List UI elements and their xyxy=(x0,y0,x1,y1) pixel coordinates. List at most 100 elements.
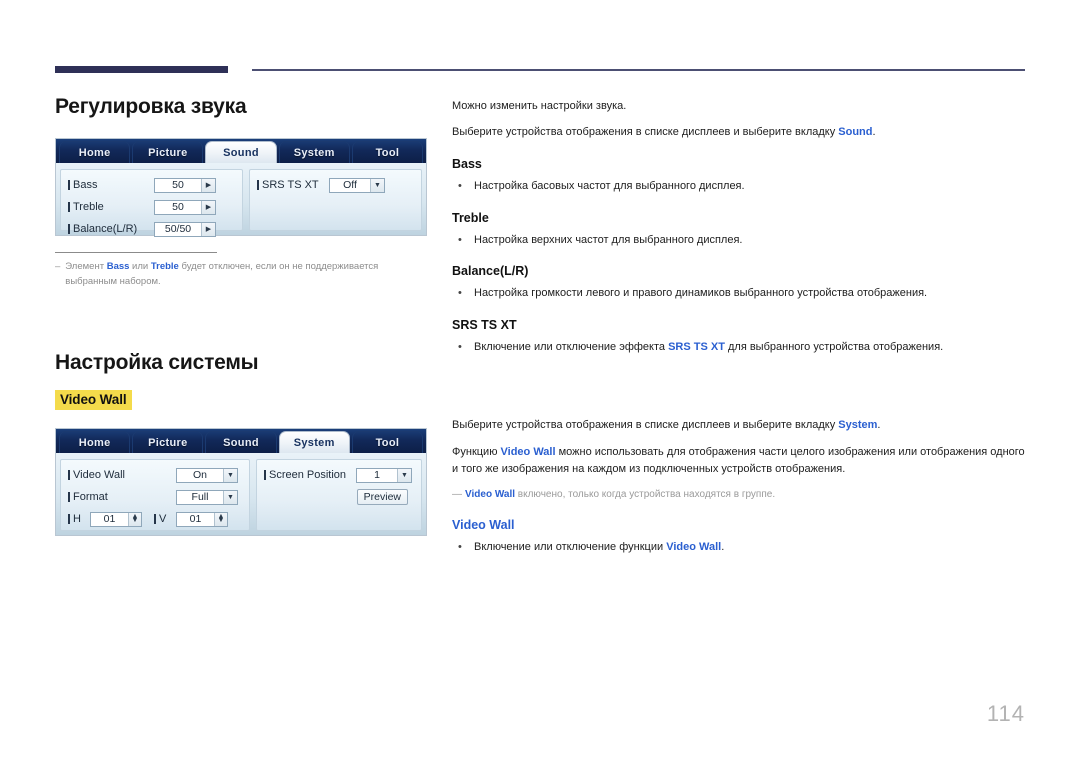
sound-settings-screenshot: Home Picture Sound System Tool Bass 50 ▶… xyxy=(55,138,427,237)
tab-sound[interactable]: Sound xyxy=(205,141,277,163)
note-dash: – xyxy=(55,261,61,272)
row-treble: Treble 50 ▶ xyxy=(68,197,235,217)
treble-bullet-text: Настройка верхних частот для выбранного … xyxy=(474,233,743,246)
bullet-dot-icon: • xyxy=(458,287,462,300)
screen-position-label: Screen Position xyxy=(264,469,356,481)
chevron-down-icon[interactable]: ▼ xyxy=(370,178,384,192)
row-balance: Balance(L/R) 50/50 ▶ xyxy=(68,219,235,239)
system-tab-link: System xyxy=(838,419,878,432)
srs-label: SRS TS XT xyxy=(257,179,329,191)
video-wall-value: On xyxy=(192,469,207,482)
chevron-down-icon[interactable]: ▼ xyxy=(397,468,411,482)
note-dash: — xyxy=(452,489,462,501)
format-value: Full xyxy=(191,491,209,504)
h-value: 01 xyxy=(103,513,116,526)
row-screen-position: Screen Position 1 ▼ xyxy=(264,465,414,485)
treble-heading: Treble xyxy=(452,210,489,225)
system-mock-body: Video Wall On ▼ Format Full ▼ H 01 ▲ ▼ V… xyxy=(56,453,426,536)
tab-picture[interactable]: Picture xyxy=(132,141,204,163)
bass-heading: Bass xyxy=(452,157,482,172)
srs-dropdown[interactable]: Off ▼ xyxy=(329,177,385,193)
system-section-block: Настройка системы Video Wall Home Pictur… xyxy=(55,351,435,537)
row-bass: Bass 50 ▶ xyxy=(68,175,235,195)
tab-sound[interactable]: Sound xyxy=(205,431,277,454)
system-intro-line: Выберите устройства отображения в списке… xyxy=(452,419,881,432)
system-settings-screenshot: Home Picture Sound System Tool Video Wal… xyxy=(55,428,427,537)
bullet-dot-icon: • xyxy=(458,340,462,353)
sound-mock-tabbar: Home Picture Sound System Tool xyxy=(56,139,426,163)
treble-label: Treble xyxy=(68,201,154,213)
treble-value: 50 xyxy=(172,201,184,213)
note-divider xyxy=(55,252,217,253)
note-text: Элемент Bass или Treble будет отключен, … xyxy=(65,261,379,287)
bass-field[interactable]: 50 ▶ xyxy=(154,177,216,193)
video-wall-heading: Video Wall xyxy=(452,518,515,533)
h-label: H xyxy=(68,513,90,525)
balance-value: 50/50 xyxy=(164,223,192,235)
video-wall-description: Функцию Video Wall можно использовать дл… xyxy=(452,446,1025,476)
screen-position-value: 1 xyxy=(374,469,380,482)
header-rule-line xyxy=(252,69,1025,71)
row-h-v: H 01 ▲ ▼ V 01 ▲ ▼ xyxy=(68,509,242,529)
balance-field[interactable]: 50/50 ▶ xyxy=(154,221,216,237)
system-left-pane: Video Wall On ▼ Format Full ▼ H 01 ▲ ▼ V… xyxy=(60,459,250,532)
video-wall-badge: Video Wall xyxy=(55,390,132,411)
video-wall-label: Video Wall xyxy=(68,469,176,481)
left-column: Регулировка звука Home Picture Sound Sys… xyxy=(55,95,435,537)
format-label: Format xyxy=(68,491,176,503)
chevron-down-icon[interactable]: ▼ xyxy=(223,490,237,504)
tab-tool[interactable]: Tool xyxy=(351,431,424,454)
right-column: Можно изменить настройки звука. Выберите… xyxy=(452,98,1027,560)
bass-bullet-text: Настройка басовых частот для выбранного … xyxy=(474,180,745,193)
srs-heading: SRS TS XT xyxy=(452,317,517,332)
tab-home[interactable]: Home xyxy=(59,431,131,454)
bass-bullet: • Настройка басовых частот для выбранног… xyxy=(452,178,1027,195)
spinner-up-down-icon[interactable]: ▲ ▼ xyxy=(128,512,141,526)
treble-field[interactable]: 50 ▶ xyxy=(154,199,216,215)
sound-tab-link: Sound xyxy=(838,126,873,139)
tab-system[interactable]: System xyxy=(278,141,350,163)
chevron-right-icon[interactable]: ▶ xyxy=(201,222,215,236)
chevron-right-icon[interactable]: ▶ xyxy=(201,178,215,192)
sound-left-pane: Bass 50 ▶ Treble 50 ▶ Balance(L/R) 50/50… xyxy=(60,169,243,237)
sound-note: – Элемент Bass или Treble будет отключен… xyxy=(55,260,415,289)
balance-bullet-text: Настройка громкости левого и правого дин… xyxy=(474,287,928,300)
v-stepper[interactable]: 01 ▲ ▼ xyxy=(176,511,228,527)
system-section-heading: Настройка системы xyxy=(55,351,259,375)
balance-heading: Balance(L/R) xyxy=(452,264,529,279)
h-stepper[interactable]: 01 ▲ ▼ xyxy=(90,511,142,527)
system-mock-tabbar: Home Picture Sound System Tool xyxy=(56,429,426,454)
sound-section-heading: Регулировка звука xyxy=(55,95,247,118)
video-wall-bullet: • Включение или отключение функции Video… xyxy=(452,539,1027,556)
srs-value: Off xyxy=(343,179,357,191)
tab-picture[interactable]: Picture xyxy=(132,431,204,454)
video-wall-gray-note: — Video Wall включено, только когда устр… xyxy=(452,487,1027,502)
row-video-wall: Video Wall On ▼ xyxy=(68,465,242,485)
srs-bullet: • Включение или отключение эффекта SRS T… xyxy=(452,339,1027,356)
bullet-dot-icon: • xyxy=(458,541,462,554)
treble-bullet: • Настройка верхних частот для выбранног… xyxy=(452,232,1027,249)
video-wall-bullet-text: Включение или отключение функции Video W… xyxy=(474,541,725,554)
screen-position-dropdown[interactable]: 1 ▼ xyxy=(356,467,412,483)
sound-intro-line-1: Можно изменить настройки звука. xyxy=(452,100,627,112)
bullet-dot-icon: • xyxy=(458,180,462,193)
tab-system[interactable]: System xyxy=(278,431,350,454)
row-srs-ts-xt: SRS TS XT Off ▼ xyxy=(257,175,414,195)
row-format: Format Full ▼ xyxy=(68,487,242,507)
row-preview: Preview xyxy=(264,487,414,507)
format-dropdown[interactable]: Full ▼ xyxy=(176,489,238,505)
preview-button[interactable]: Preview xyxy=(356,489,408,506)
chevron-down-icon[interactable]: ▼ xyxy=(223,468,237,482)
header-accent-bar xyxy=(55,66,228,73)
bass-value: 50 xyxy=(172,179,184,191)
system-right-block: Выберите устройства отображения в списке… xyxy=(452,417,1027,556)
chevron-right-icon[interactable]: ▶ xyxy=(201,200,215,214)
bullet-dot-icon: • xyxy=(458,233,462,246)
sound-intro-line-2: Выберите устройства отображения в списке… xyxy=(452,126,876,139)
tab-tool[interactable]: Tool xyxy=(351,141,424,163)
tab-home[interactable]: Home xyxy=(59,141,131,163)
page-number: 114 xyxy=(986,701,1025,726)
spinner-up-down-icon[interactable]: ▲ ▼ xyxy=(214,512,227,526)
video-wall-dropdown[interactable]: On ▼ xyxy=(176,467,238,483)
system-right-pane: Screen Position 1 ▼ Preview xyxy=(256,459,422,532)
